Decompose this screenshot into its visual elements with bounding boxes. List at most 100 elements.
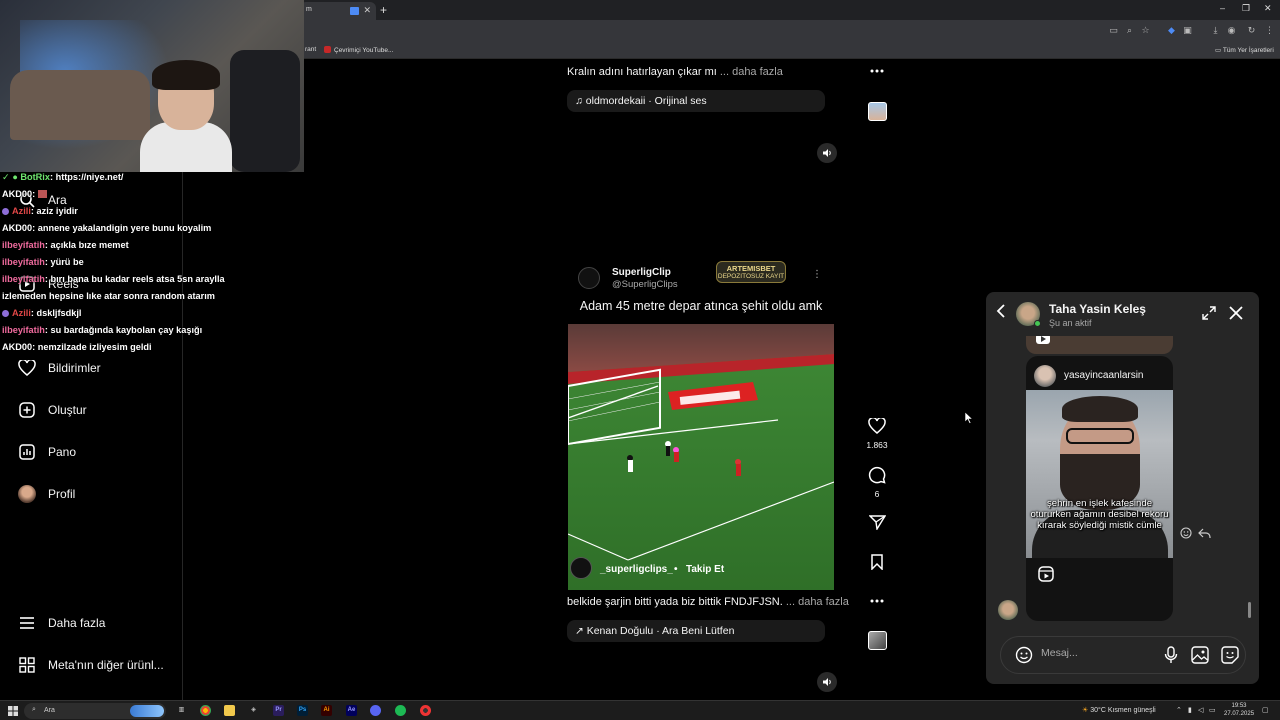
sidebar-item-more[interactable]: Daha fazla: [18, 611, 105, 635]
shared-reel-video[interactable]: şehrin en işlek kafesinde otururken ağam…: [1026, 390, 1173, 558]
cast-icon[interactable]: ▭: [1108, 25, 1119, 36]
chat-message: ilbeyifatih: bırı bana bu kadar reels at…: [2, 274, 225, 284]
emoji-react-icon[interactable]: [1180, 526, 1192, 544]
video-caption: Adam 45 metre depar atınca şehit oldu am…: [579, 299, 823, 313]
more-options-icon[interactable]: [866, 60, 888, 82]
expand-icon[interactable]: [1202, 306, 1216, 325]
like-count: 1.863: [866, 440, 888, 450]
shared-reel-card[interactable]: yasayincaanlarsin şehrin en işlek kafesi…: [1026, 356, 1173, 621]
account-handle: @SuperligClips: [612, 279, 678, 290]
premiere-icon[interactable]: Pr: [273, 705, 284, 716]
minimize-button[interactable]: –: [1220, 3, 1225, 13]
close-icon[interactable]: [1228, 305, 1244, 326]
weather-widget[interactable]: ☀ 30°C Kısmen güneşli: [1082, 706, 1156, 714]
back-arrow-icon[interactable]: [996, 304, 1006, 323]
task-view-icon[interactable]: ▥: [176, 705, 187, 716]
scrollbar[interactable]: [1248, 336, 1251, 626]
audio-thumbnail[interactable]: [868, 631, 887, 650]
reply-icon[interactable]: [1198, 526, 1211, 544]
reel-header: SuperligClip @SuperligClips ARTEMISBET DE…: [568, 261, 834, 297]
post-caption: Kralın adını hatırlayan çıkar mı ... dah…: [567, 66, 783, 78]
account-name[interactable]: SuperligClip: [612, 267, 671, 278]
subscriber-badge-icon: [2, 310, 9, 317]
dm-message-list[interactable]: yasayincaanlarsin şehrin en işlek kafesi…: [986, 336, 1259, 626]
sidebar-item-create[interactable]: Oluştur: [18, 398, 87, 422]
clock[interactable]: 19:53 27.07.2025: [1224, 702, 1254, 718]
reel-video[interactable]: [568, 324, 834, 590]
reel-user-avatar[interactable]: [570, 557, 592, 579]
volume-icon[interactable]: [817, 143, 837, 163]
windows-start-icon[interactable]: [8, 706, 18, 716]
file-explorer-icon[interactable]: [224, 705, 235, 716]
close-tab-icon[interactable]: ✕: [363, 5, 371, 16]
more-link[interactable]: ... daha fazla: [786, 596, 849, 608]
subscriber-badge-icon: [2, 208, 9, 215]
bookmark-item[interactable]: Çevrimiçi YouTube...: [324, 46, 393, 54]
image-icon[interactable]: [1191, 646, 1209, 669]
spotify-icon[interactable]: [395, 705, 406, 716]
kebab-menu-icon[interactable]: ⋮: [1264, 25, 1275, 36]
illustrator-icon[interactable]: Ai: [321, 705, 332, 716]
new-tab-button[interactable]: +: [380, 3, 387, 17]
message-input[interactable]: [1041, 647, 1141, 659]
photoshop-icon[interactable]: Ps: [297, 705, 308, 716]
extension-icon[interactable]: ◆: [1166, 25, 1177, 36]
bookmark-star-icon[interactable]: ☆: [1140, 25, 1151, 36]
microphone-icon[interactable]: [1164, 646, 1178, 669]
puzzle-icon[interactable]: ▣: [1182, 25, 1193, 36]
audio-thumbnail[interactable]: [868, 102, 887, 121]
bookmark-item[interactable]: rant: [305, 46, 316, 53]
account-avatar[interactable]: [578, 267, 600, 289]
close-window-button[interactable]: ✕: [1264, 3, 1272, 14]
download-icon[interactable]: ⤓: [1210, 25, 1221, 36]
sidebar-item-dashboard[interactable]: Pano: [18, 440, 76, 464]
all-bookmarks-folder[interactable]: ▭ Tüm Yer İşaretleri: [1215, 46, 1274, 54]
music-note-icon: ♫: [575, 95, 586, 107]
youtube-icon: [324, 46, 331, 53]
volume-icon[interactable]: [817, 672, 837, 692]
previous-shared-reel[interactable]: [1026, 336, 1173, 354]
browser-tab[interactable]: m ✕: [300, 2, 376, 20]
chat-message: AKD00: nemzilzade izliyesim geldi: [2, 342, 152, 352]
audio-attribution[interactable]: ♫ oldmordekaii · Orijinal ses: [567, 90, 825, 112]
notification-icon[interactable]: ▢: [1262, 706, 1269, 714]
comment-button[interactable]: [866, 464, 888, 486]
chrome-icon[interactable]: [200, 705, 211, 716]
dm-contact-name[interactable]: Taha Yasin Keleş: [1049, 302, 1146, 316]
discord-icon[interactable]: [370, 705, 381, 716]
obs-icon[interactable]: [420, 705, 431, 716]
taskbar-search[interactable]: ⌕ Ara: [24, 703, 166, 719]
sticker-icon[interactable]: [1221, 646, 1239, 669]
like-button[interactable]: [866, 415, 888, 437]
sidebar-item-meta-products[interactable]: Meta'nın diğer ürünl...: [18, 653, 164, 677]
chat-message: ilbeyifatih: yürü be: [2, 257, 84, 267]
audio-attribution[interactable]: ↗ Kenan Doğulu · Ara Beni Lütfen: [567, 620, 825, 642]
profile-icon[interactable]: ◉: [1226, 25, 1237, 36]
battery-icon[interactable]: ▭: [1209, 706, 1216, 714]
network-icon[interactable]: ▮: [1188, 706, 1192, 714]
after-effects-icon[interactable]: Ae: [346, 705, 357, 716]
zoom-icon[interactable]: ⌕: [1124, 25, 1135, 36]
follow-button[interactable]: Takip Et: [686, 564, 724, 575]
shared-reel-username[interactable]: yasayincaanlarsin: [1064, 370, 1144, 381]
dm-contact-status: Şu an aktif: [1049, 318, 1092, 328]
more-options-icon[interactable]: [866, 590, 888, 612]
avatar: [18, 485, 36, 503]
more-link[interactable]: ... daha fazla: [720, 66, 783, 78]
tray-chevron-icon[interactable]: ⌃: [1176, 706, 1182, 714]
reel-username[interactable]: _superligclips_: [600, 564, 673, 575]
sidebar-item-profile[interactable]: Profil: [18, 482, 75, 506]
save-button[interactable]: [866, 551, 888, 573]
kebab-menu-icon[interactable]: ⋮: [812, 269, 822, 280]
chat-message: Azili: aziz iyidir: [2, 203, 302, 220]
chat-message: Azili: dskljfsdkjl: [2, 305, 302, 322]
speaker-icon[interactable]: ◁: [1198, 706, 1203, 714]
tab-title: m: [306, 6, 312, 13]
restore-button[interactable]: ❐: [1242, 3, 1250, 14]
update-icon[interactable]: ↻: [1246, 25, 1257, 36]
share-button[interactable]: [866, 511, 888, 533]
app-icon[interactable]: ◈: [248, 705, 259, 716]
search-highlight-icon: [130, 705, 164, 717]
sidebar-item-notifications[interactable]: Bildirimler: [18, 356, 101, 380]
emoji-icon[interactable]: [1015, 646, 1033, 669]
